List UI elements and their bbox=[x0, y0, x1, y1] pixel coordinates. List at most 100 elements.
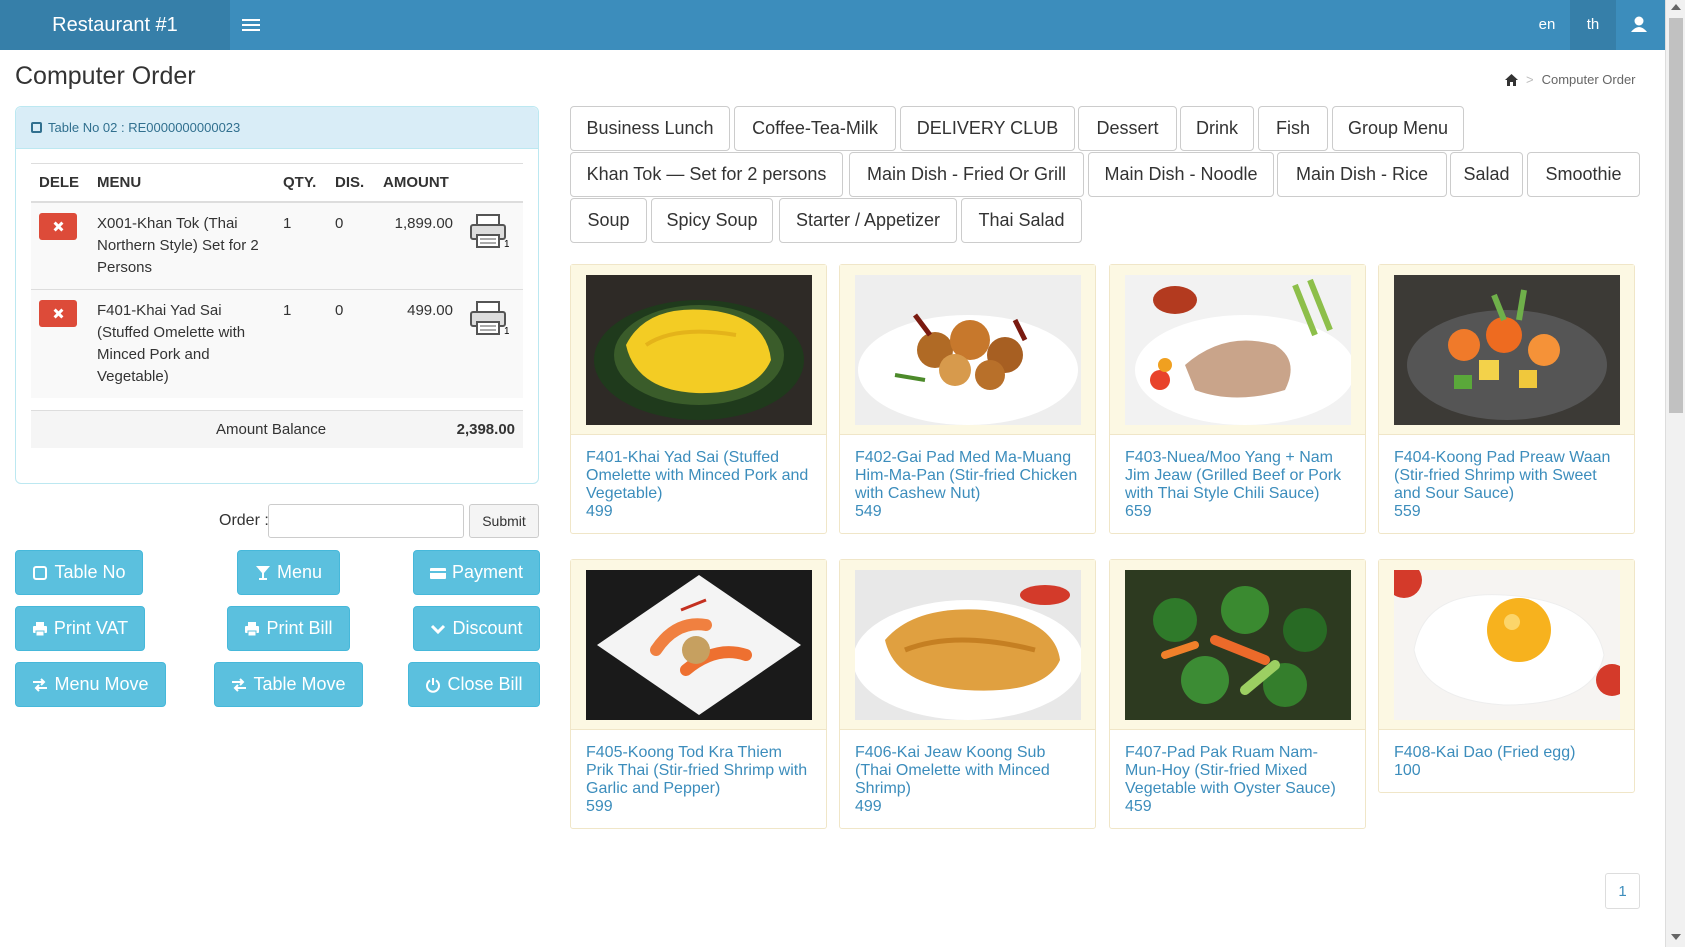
order-item-qty: 1 bbox=[275, 288, 327, 398]
lang-en-link[interactable]: en bbox=[1524, 0, 1570, 50]
order-item-menu: X001-Khan Tok (Thai Northern Style) Set … bbox=[89, 201, 275, 289]
print-vat-label: Print VAT bbox=[53, 618, 129, 638]
order-input[interactable] bbox=[268, 504, 464, 538]
product-name: F402-Gai Pad Med Ma-Muang Him-Ma-Pan (St… bbox=[855, 449, 1078, 502]
scroll-up-icon[interactable] bbox=[1671, 4, 1681, 10]
sweet-sour-shrimp-image bbox=[1394, 275, 1620, 425]
product-name: F404-Koong Pad Preaw Waan (Stir-fried Sh… bbox=[1394, 449, 1611, 502]
user-icon[interactable] bbox=[1616, 0, 1662, 50]
product-name: F403-Nuea/Moo Yang + Nam Jim Jeaw (Grill… bbox=[1125, 449, 1342, 502]
category-salad[interactable]: Salad bbox=[1450, 152, 1523, 197]
category-starter-appetizer[interactable]: Starter / Appetizer bbox=[779, 198, 957, 243]
category-main-dish-fried-grill[interactable]: Main Dish - Fried Or Grill bbox=[849, 152, 1084, 197]
scrollbar-thumb[interactable] bbox=[1669, 18, 1683, 413]
home-icon[interactable] bbox=[1505, 73, 1518, 86]
table-move-button[interactable]: Table Move bbox=[214, 662, 363, 707]
order-panel-header: Table No 02 : RE0000000000023 bbox=[16, 107, 538, 149]
category-spicy-soup[interactable]: Spicy Soup bbox=[651, 198, 773, 243]
transfer-icon bbox=[33, 677, 48, 692]
cocktail-icon bbox=[255, 565, 270, 580]
column-header-amount: AMOUNT bbox=[375, 163, 461, 203]
product-card-f408[interactable]: F408-Kai Dao (Fried egg) 100 bbox=[1378, 559, 1635, 793]
product-name: F406-Kai Jeaw Koong Sub (Thai Omelette w… bbox=[855, 744, 1050, 797]
menu-move-label: Menu Move bbox=[54, 674, 149, 694]
close-bill-label: Close Bill bbox=[447, 674, 523, 694]
column-header-print bbox=[461, 163, 523, 203]
lang-th-link[interactable]: th bbox=[1570, 0, 1616, 50]
product-caption: F401-Khai Yad Sai (Stuffed Omelette with… bbox=[571, 435, 826, 533]
column-header-menu: MENU bbox=[89, 163, 275, 203]
category-khan-tok[interactable]: Khan Tok — Set for 2 persons bbox=[570, 152, 843, 197]
close-bill-button[interactable]: Close Bill bbox=[408, 662, 540, 707]
category-soup[interactable]: Soup bbox=[570, 198, 647, 243]
credit-card-icon bbox=[429, 567, 446, 579]
product-thumb bbox=[1379, 265, 1634, 435]
category-fish[interactable]: Fish bbox=[1258, 106, 1328, 151]
payment-label: Payment bbox=[451, 562, 524, 582]
product-caption: F407-Pad Pak Ruam Nam-Mun-Hoy (Stir-frie… bbox=[1110, 730, 1365, 828]
product-caption: F405-Koong Tod Kra Thiem Prik Thai (Stir… bbox=[571, 730, 826, 828]
category-group-menu[interactable]: Group Menu bbox=[1332, 106, 1464, 151]
printer-icon[interactable]: 1 bbox=[469, 300, 510, 337]
product-card-f404[interactable]: F404-Koong Pad Preaw Waan (Stir-fried Sh… bbox=[1378, 264, 1635, 534]
product-price: 599 bbox=[586, 798, 613, 815]
product-card-f403[interactable]: F403-Nuea/Moo Yang + Nam Jim Jeaw (Grill… bbox=[1109, 264, 1366, 534]
thai-omelette-image bbox=[855, 570, 1081, 720]
discount-button[interactable]: Discount bbox=[413, 606, 540, 651]
product-price: 100 bbox=[1394, 762, 1421, 779]
product-thumb bbox=[571, 265, 826, 435]
product-price: 559 bbox=[1394, 503, 1421, 520]
category-dessert[interactable]: Dessert bbox=[1078, 106, 1177, 151]
page-title: Computer Order bbox=[15, 62, 196, 90]
amount-balance-value: 2,398.00 bbox=[456, 421, 515, 438]
hamburger-icon[interactable] bbox=[242, 16, 260, 34]
scroll-down-icon[interactable] bbox=[1671, 934, 1681, 940]
product-price: 659 bbox=[1125, 503, 1152, 520]
category-smoothie[interactable]: Smoothie bbox=[1527, 152, 1640, 197]
product-thumb bbox=[1110, 265, 1365, 435]
column-header-dele: DELE bbox=[31, 163, 89, 203]
garlic-shrimp-image bbox=[586, 570, 812, 720]
product-thumb bbox=[840, 265, 1095, 435]
printer-icon[interactable]: 1 bbox=[469, 213, 510, 250]
printer-icon bbox=[32, 621, 47, 636]
table-no-label: Table No bbox=[54, 562, 126, 582]
category-delivery-club[interactable]: DELIVERY CLUB bbox=[900, 106, 1075, 151]
table-row: F401-Khai Yad Sai (Stuffed Omelette with… bbox=[31, 288, 523, 398]
product-card-f402[interactable]: F402-Gai Pad Med Ma-Muang Him-Ma-Pan (St… bbox=[839, 264, 1096, 534]
product-card-f407[interactable]: F407-Pad Pak Ruam Nam-Mun-Hoy (Stir-frie… bbox=[1109, 559, 1366, 829]
product-price: 499 bbox=[586, 503, 613, 520]
breadcrumb-current: Computer Order bbox=[1541, 72, 1636, 87]
table-move-label: Table Move bbox=[253, 674, 346, 694]
product-card-f405[interactable]: F405-Koong Tod Kra Thiem Prik Thai (Stir… bbox=[570, 559, 827, 829]
svg-text:1: 1 bbox=[504, 239, 509, 249]
category-coffee-tea-milk[interactable]: Coffee-Tea-Milk bbox=[734, 106, 896, 151]
print-bill-button[interactable]: Print Bill bbox=[227, 606, 350, 651]
top-navbar: Restaurant #1 en th bbox=[0, 0, 1665, 50]
delete-item-button[interactable] bbox=[39, 212, 77, 240]
pagination-page-1[interactable]: 1 bbox=[1605, 873, 1640, 909]
product-card-f401[interactable]: F401-Khai Yad Sai (Stuffed Omelette with… bbox=[570, 264, 827, 534]
table-no-button[interactable]: Table No bbox=[15, 550, 143, 595]
table-row: X001-Khan Tok (Thai Northern Style) Set … bbox=[31, 201, 523, 289]
category-drink[interactable]: Drink bbox=[1180, 106, 1254, 151]
product-thumb bbox=[1379, 560, 1634, 730]
category-business-lunch[interactable]: Business Lunch bbox=[570, 106, 730, 151]
printer-icon bbox=[245, 621, 260, 636]
product-caption: F403-Nuea/Moo Yang + Nam Jim Jeaw (Grill… bbox=[1110, 435, 1365, 533]
print-vat-button[interactable]: Print VAT bbox=[15, 606, 145, 651]
menu-move-button[interactable]: Menu Move bbox=[15, 662, 166, 707]
brand-logo[interactable]: Restaurant #1 bbox=[0, 0, 230, 50]
submit-button[interactable]: Submit bbox=[469, 504, 539, 538]
vertical-scrollbar[interactable] bbox=[1665, 0, 1685, 947]
category-thai-salad[interactable]: Thai Salad bbox=[961, 198, 1082, 243]
menu-button[interactable]: Menu bbox=[237, 550, 340, 595]
product-thumb bbox=[571, 560, 826, 730]
product-caption: F404-Koong Pad Preaw Waan (Stir-fried Sh… bbox=[1379, 435, 1634, 533]
delete-item-button[interactable] bbox=[39, 299, 77, 327]
order-input-label: Order : bbox=[219, 512, 269, 529]
category-main-dish-rice[interactable]: Main Dish - Rice bbox=[1277, 152, 1447, 197]
payment-button[interactable]: Payment bbox=[413, 550, 540, 595]
product-card-f406[interactable]: F406-Kai Jeaw Koong Sub (Thai Omelette w… bbox=[839, 559, 1096, 829]
category-main-dish-noodle[interactable]: Main Dish - Noodle bbox=[1088, 152, 1274, 197]
